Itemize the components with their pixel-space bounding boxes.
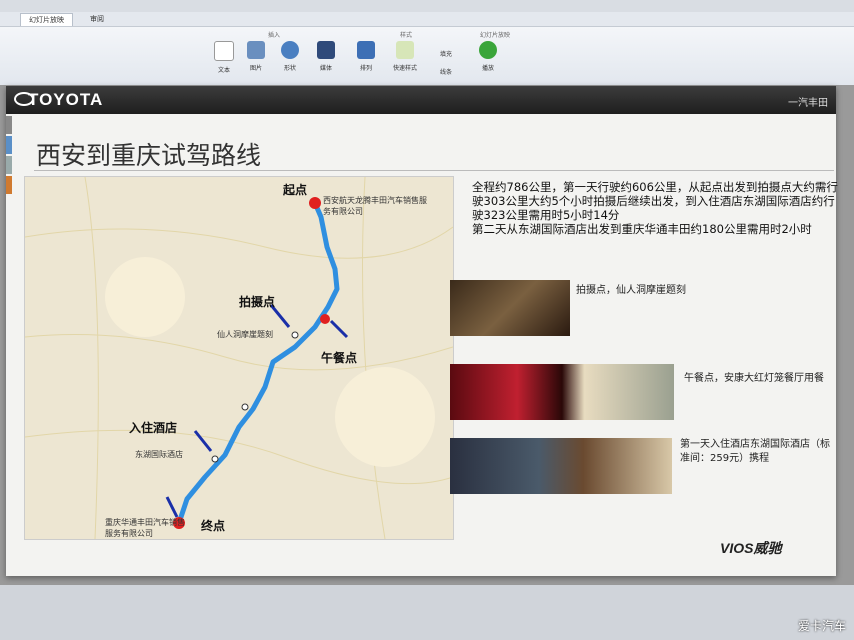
media-icon	[317, 41, 335, 59]
start-pin-icon	[309, 197, 321, 209]
end-arrow-icon	[165, 496, 179, 518]
start-place-label: 西安航天龙腾丰田汽车销售服务有限公司	[323, 196, 427, 216]
play-icon	[479, 41, 497, 59]
fill-button[interactable]: 填充	[440, 49, 452, 58]
text-button-label: 文本	[217, 67, 230, 74]
group-label-style: 样式	[400, 32, 413, 39]
toyota-logo-text: TOYOTA	[28, 90, 104, 109]
play-button[interactable]: 播放	[474, 41, 502, 72]
lunch-pin-icon	[320, 314, 330, 324]
hotel-dot-icon	[211, 455, 219, 463]
title-divider	[34, 170, 834, 171]
textbox-icon	[214, 41, 234, 61]
strip-block	[6, 136, 12, 154]
media-button[interactable]: 媒体	[312, 41, 340, 72]
line-button[interactable]: 线条	[440, 67, 452, 76]
hotel-image	[450, 438, 672, 494]
end-label: 终点	[201, 519, 226, 533]
hotel-place-label: 东湖国际酒店	[135, 450, 183, 459]
group-label-insert: 插入	[268, 32, 281, 39]
brand-bar: TOYOTA 一汽丰田	[6, 86, 836, 114]
slide-title: 西安到重庆试驾路线	[36, 141, 262, 170]
arrange-button[interactable]: 排列	[352, 41, 380, 72]
picture-icon	[247, 41, 265, 59]
slide-side-strip	[6, 116, 12, 196]
strip-block	[6, 176, 12, 194]
waypoint-dot-icon	[241, 403, 249, 411]
photo-spot-caption: 拍摄点，仙人洞摩崖题刻	[576, 285, 686, 296]
slide[interactable]: TOYOTA 一汽丰田 西安到重庆试驾路线 起点 西安航天龙腾丰田汽车销售服务有…	[6, 86, 838, 576]
window-titlebar	[0, 0, 854, 12]
strip-block	[6, 156, 12, 174]
start-label: 起点	[283, 183, 308, 197]
photo-spot-image	[450, 280, 570, 336]
route-line	[176, 200, 340, 526]
lunch-arrow-icon	[329, 319, 349, 339]
hotel-label: 入住酒店	[129, 421, 178, 435]
hotel-arrow-icon	[193, 430, 213, 452]
picture-button-label: 图片	[249, 65, 262, 72]
shape-icon	[281, 41, 299, 59]
arrange-icon	[357, 41, 375, 59]
map-roads	[25, 177, 453, 539]
group-label-slideshow: 幻灯片放映	[480, 32, 511, 39]
lunch-caption: 午餐点，安康大红灯笼餐厅用餐	[684, 373, 824, 384]
media-button-label: 媒体	[319, 65, 332, 72]
photo-spot-label: 拍摄点	[239, 295, 276, 309]
picture-button[interactable]: 图片	[242, 41, 270, 72]
watermark: 爱卡汽车	[797, 619, 846, 633]
brand-right-text: 一汽丰田	[788, 98, 828, 109]
quick-style-button[interactable]: 快速样式	[388, 41, 422, 72]
strip-block	[6, 116, 12, 134]
map-svg	[25, 177, 453, 539]
end-place-label: 重庆华通丰田汽车销售服务有限公司	[105, 518, 185, 538]
text-button[interactable]: 文本	[210, 41, 238, 74]
vios-logo: VIOS威驰	[720, 540, 782, 556]
tab-slideshow[interactable]: 幻灯片放映	[20, 13, 73, 26]
quick-style-button-label: 快速样式	[392, 65, 417, 72]
hotel-caption: 第一天入住酒店东湖国际酒店（标准间：259元）携程	[680, 439, 830, 464]
route-map: 起点 西安航天龙腾丰田汽车销售服务有限公司 拍摄点 仙人洞摩崖题刻 午餐点 入住…	[24, 176, 454, 540]
lunch-image	[450, 364, 674, 420]
shape-button[interactable]: 形状	[276, 41, 304, 72]
photo-spot-dot-icon	[291, 331, 299, 339]
photo-place-label: 仙人洞摩崖题刻	[217, 330, 273, 339]
status-bar	[0, 585, 854, 640]
ribbon-tabs: 幻灯片放映 审阅	[0, 12, 854, 27]
arrange-button-label: 排列	[359, 65, 372, 72]
lunch-label: 午餐点	[321, 351, 358, 365]
quick-style-icon	[396, 41, 414, 59]
play-button-label: 播放	[481, 65, 494, 72]
tab-review[interactable]: 审阅	[82, 13, 112, 25]
ribbon-toolbar: 插入 样式 幻灯片放映 文本 图片 形状 媒体 排列 快速样式 填充 线条 播放	[0, 27, 854, 86]
shape-button-label: 形状	[283, 65, 296, 72]
route-description: 全程约786公里，第一天行驶约606公里，从起点出发到拍摄点大约需行驶303公里…	[472, 180, 838, 236]
